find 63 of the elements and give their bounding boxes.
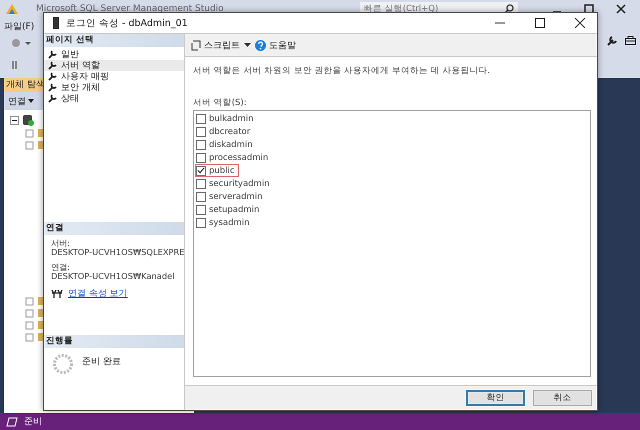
dialog-title: 로그인 속성 - dbAdmin_01 xyxy=(66,16,188,30)
help-icon xyxy=(255,40,266,50)
caret-icon[interactable] xyxy=(244,43,251,47)
page-item[interactable]: 상태 xyxy=(44,93,184,104)
checkbox[interactable] xyxy=(196,140,206,150)
role-item[interactable]: serveradmin xyxy=(195,190,267,203)
connection-icon xyxy=(51,289,63,298)
wrench-icon xyxy=(48,83,57,92)
server-label: 서버: xyxy=(51,239,71,248)
login-icon xyxy=(52,17,60,29)
wrench-icon xyxy=(48,50,57,59)
search-icon xyxy=(504,4,514,14)
checkbox[interactable] xyxy=(196,178,206,188)
dialog-button[interactable]: 취소 xyxy=(533,390,592,406)
caret-icon[interactable] xyxy=(28,99,34,103)
status-icon xyxy=(6,416,18,426)
tree-expander-icon[interactable] xyxy=(10,116,19,124)
connect-menu[interactable]: 연결 xyxy=(8,94,26,108)
server-icon xyxy=(22,114,34,126)
dialog-button[interactable]: 확인 xyxy=(466,390,525,406)
checkbox[interactable] xyxy=(196,126,206,136)
help-button[interactable]: 도움말 xyxy=(255,38,296,52)
role-item[interactable]: diskadmin xyxy=(195,138,257,151)
checkbox[interactable] xyxy=(196,204,206,214)
connection-label: 연결: xyxy=(51,263,71,272)
section-header: 연결 xyxy=(44,222,184,235)
description-text: 서버 역할은 서버 차원의 보안 권한을 사용자에게 부여하는 데 사용됩니다. xyxy=(193,65,492,77)
maximize-icon[interactable] xyxy=(535,18,545,28)
wrench-icon xyxy=(48,72,57,81)
checkbox[interactable] xyxy=(196,152,206,162)
wrench-icon[interactable] xyxy=(607,36,617,46)
role-item[interactable]: securityadmin xyxy=(195,177,274,190)
script-icon xyxy=(191,40,201,50)
close-icon[interactable] xyxy=(575,18,585,28)
section-header: 페이지 선택 xyxy=(44,34,184,47)
status-text: 준비 xyxy=(24,416,42,428)
connection-name: DESKTOP-UCVH1OS₩Kanadel xyxy=(51,272,176,281)
checkbox[interactable] xyxy=(196,114,206,124)
section-header: 진행률 xyxy=(44,335,184,348)
checkbox[interactable] xyxy=(196,218,206,228)
progress-status: 준비 완료 xyxy=(82,356,121,368)
close-icon[interactable] xyxy=(616,4,626,14)
checkbox[interactable] xyxy=(196,192,206,202)
menu-item[interactable]: 파일(F) xyxy=(4,20,34,32)
role-item[interactable]: setupadmin xyxy=(195,203,264,216)
app-title: Microsoft SQL Server Management Studio xyxy=(36,4,224,14)
connection-properties-link[interactable]: 연결 속성 보기 xyxy=(68,287,128,300)
wrench-icon xyxy=(48,61,57,70)
role-item[interactable]: sysadmin xyxy=(195,216,254,229)
wrench-icon xyxy=(48,94,57,103)
role-item[interactable]: public xyxy=(195,164,239,177)
script-button[interactable]: 스크립트 xyxy=(191,38,240,52)
role-item[interactable]: dbcreator xyxy=(195,125,254,138)
toolbox-icon[interactable] xyxy=(625,36,636,45)
role-item[interactable]: processadmin xyxy=(195,151,272,164)
page-item[interactable]: 일반 xyxy=(44,49,184,60)
maximize-icon[interactable] xyxy=(584,4,594,14)
roles-label: 서버 역할(S): xyxy=(193,97,248,109)
checkbox[interactable] xyxy=(196,166,206,176)
server-name: DESKTOP-UCVH1OS₩SQLEXPRE xyxy=(51,248,184,257)
progress-spinner-icon xyxy=(52,353,74,375)
page-item[interactable]: 서버 역할 xyxy=(44,60,184,71)
role-item[interactable]: bulkadmin xyxy=(195,112,258,125)
